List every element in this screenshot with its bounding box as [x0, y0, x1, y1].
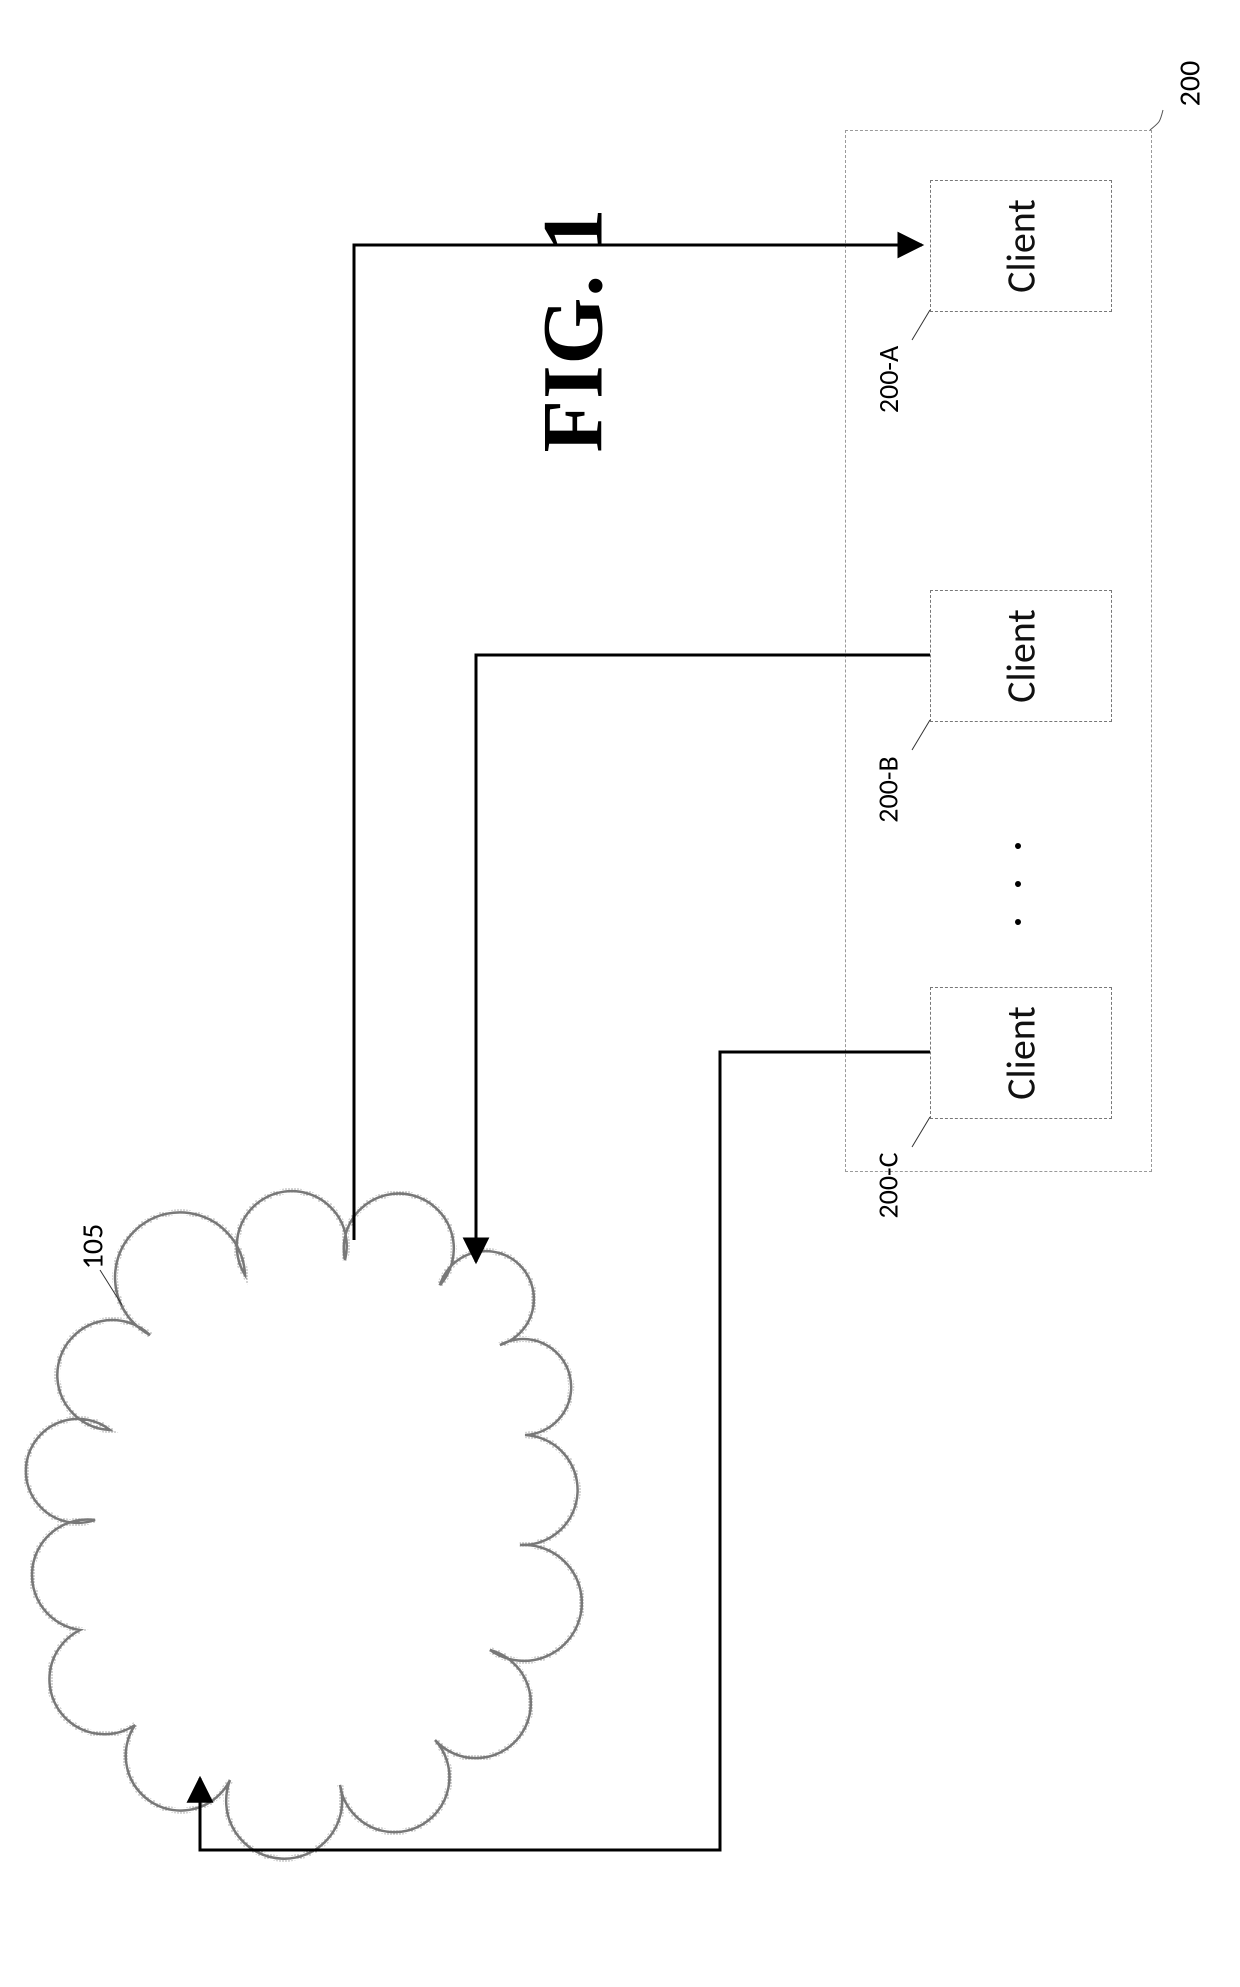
connector-cloud-to-client-a: [354, 245, 922, 1240]
cloud-shape: [26, 1191, 582, 1859]
figure-canvas: FIG. 1 200 Client 200-A Client 200-B Cli…: [0, 0, 1240, 1987]
connector-client-b-to-cloud: [476, 655, 930, 1262]
diagram-svg-layer: [0, 0, 1240, 1987]
cloud-ref-label: 105: [74, 1224, 111, 1270]
